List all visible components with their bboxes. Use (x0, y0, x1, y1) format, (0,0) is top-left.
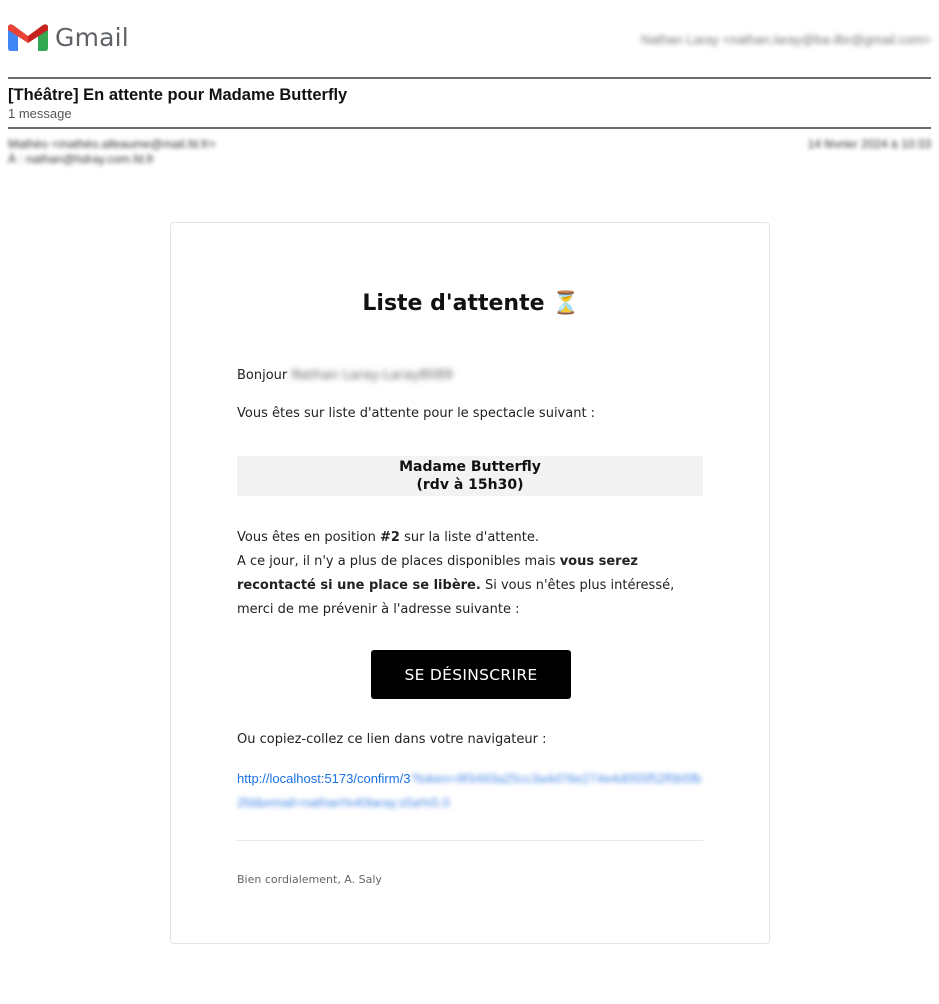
sender-line: Mathéo <mathéo.alleaume@mail.fd.fr> (8, 137, 216, 151)
email-title-text: Liste d'attente (362, 291, 545, 316)
header-divider (8, 77, 931, 79)
show-name: Madame Butterfly (399, 459, 541, 475)
gmail-wordmark: Gmail (55, 22, 129, 52)
hourglass-icon: ⏳ (552, 291, 580, 316)
signature: Bien cordialement, A. Saly (237, 873, 382, 886)
gmail-m-icon (8, 24, 48, 51)
footer-divider (237, 840, 703, 841)
message-date: 14 février 2024 à 10:33 (807, 137, 931, 151)
email-title: Liste d'attente ⏳ (171, 291, 771, 316)
unsubscribe-button[interactable]: SE DÉSINSCRIRE (371, 650, 571, 699)
recipient-line: À : nathan@hdray.com.fd.fr (8, 152, 155, 166)
position-paragraph: Vous êtes en position #2 sur la liste d'… (237, 526, 703, 622)
position-suffix: sur la liste d'attente. (399, 530, 539, 545)
position-prefix: Vous êtes en position (237, 530, 380, 545)
message-count: 1 message (8, 106, 72, 121)
copy-instruction: Ou copiez-collez ce lien dans votre navi… (237, 732, 547, 747)
position-line: Vous êtes en position #2 sur la liste d'… (237, 526, 703, 550)
greeting: Bonjour Nathan Laray-Laray8089 (237, 368, 703, 383)
confirm-link[interactable]: http://localhost:5173/confirm/3?token=9f… (237, 767, 703, 815)
show-box: Madame Butterfly (rdv à 15h30) (237, 456, 703, 496)
account-email: Nathan Laray <nathan.laray@ba-ilbr@gmail… (640, 32, 931, 47)
intro-text: Vous êtes sur liste d'attente pour le sp… (237, 406, 596, 421)
email-card: Liste d'attente ⏳ Bonjour Nathan Laray-L… (170, 222, 770, 944)
email-subject: [Théâtre] En attente pour Madame Butterf… (8, 86, 348, 104)
recipient-name: Nathan Laray-Laray8089 (291, 368, 453, 383)
gmail-logo[interactable]: Gmail (8, 22, 129, 52)
availability-prefix: A ce jour, il n'y a plus de places dispo… (237, 554, 560, 569)
availability-line: A ce jour, il n'y a plus de places dispo… (237, 550, 703, 622)
position-value: #2 (379, 530, 400, 545)
show-time: (rdv à 15h30) (416, 477, 524, 493)
subject-divider (8, 127, 931, 129)
link-visible-part[interactable]: http://localhost:5173/confirm/3 (237, 771, 410, 786)
greeting-text: Bonjour (237, 368, 288, 383)
gmail-header: Gmail Nathan Laray <nathan.laray@ba-ilbr… (8, 20, 931, 60)
